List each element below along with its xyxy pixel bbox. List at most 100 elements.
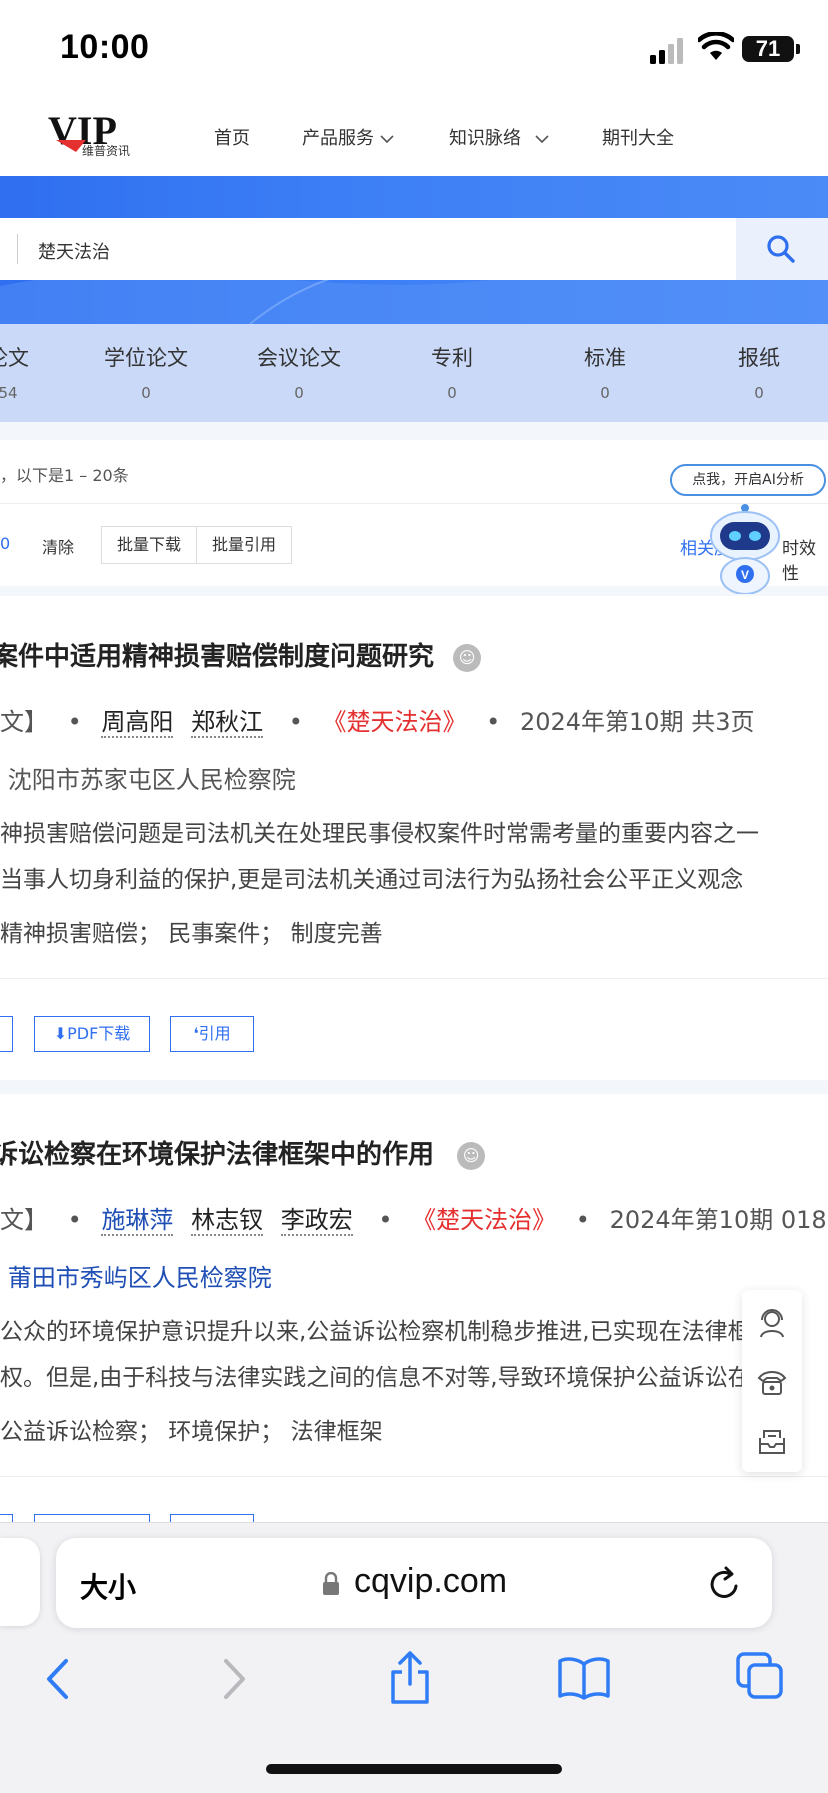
author-link[interactable]: 李政宏 xyxy=(280,1206,353,1236)
tab-theses-count: 0 xyxy=(141,384,151,402)
article-org[interactable]: | 莆田市秀屿区人民检察院 xyxy=(0,1258,272,1293)
journal-link[interactable]: 楚天法治 xyxy=(436,1206,532,1234)
article-title-text[interactable]: 案件中适用精神损害赔偿制度问题研究 xyxy=(0,642,434,672)
author-link[interactable]: 郑秋江 xyxy=(191,708,264,738)
article-title[interactable]: 案件中适用精神损害赔偿制度问题研究 ☺ xyxy=(0,636,482,673)
home-indicator[interactable] xyxy=(266,1764,562,1774)
tab-theses[interactable]: 学位论文 xyxy=(86,342,206,372)
card-divider xyxy=(0,978,828,979)
svg-text:V: V xyxy=(741,568,749,582)
ai-robot-icon[interactable]: V xyxy=(704,498,786,594)
author-info-icon[interactable]: ☺ xyxy=(457,1141,486,1170)
customer-service-icon[interactable] xyxy=(758,1308,786,1338)
journal-close: 》 xyxy=(442,708,467,736)
batch-cite-button[interactable]: 批量引用 xyxy=(196,526,292,564)
journal-link[interactable]: 楚天法治 xyxy=(347,708,443,736)
download-icon: ⬇ xyxy=(53,1024,68,1043)
battery-indicator: 71 xyxy=(742,36,794,62)
article-meta: 文】 • 施琳萍 林志钗 李政宏 • 《楚天法治》 • 2024年第10期 01… xyxy=(0,1200,828,1236)
pdf-download-button[interactable]: ⬇PDF下载 xyxy=(34,1016,150,1052)
tabs-icon[interactable] xyxy=(736,1652,784,1700)
meta-separator: • xyxy=(378,1206,393,1234)
phone-icon[interactable] xyxy=(757,1368,787,1396)
meta-separator: • xyxy=(67,1206,82,1234)
tab-standards[interactable]: 标准 xyxy=(545,342,665,372)
issue-info: 2024年第10期 共3页 xyxy=(519,708,755,736)
abstract-line: 当事人切身利益的保护,更是司法机关通过司法行为弘扬社会公平正义观念 xyxy=(0,867,744,893)
sort-timeliness[interactable]: 时效性 xyxy=(782,534,828,584)
nav-knowledge[interactable]: 知识脉络 xyxy=(449,124,551,150)
feedback-mail-icon[interactable] xyxy=(757,1428,787,1456)
tab-patents-count: 0 xyxy=(447,384,457,402)
ai-analysis-bubble[interactable]: 点我，开启AI分析 xyxy=(670,464,826,496)
search-divider xyxy=(17,234,18,264)
author-link[interactable]: 林志钗 xyxy=(191,1206,264,1236)
abstract-line: 公众的环境保护意识提升以来,公益诉讼检察机制稳步推进,已实现在法律框 xyxy=(0,1319,751,1345)
url-text[interactable]: cqvip.com xyxy=(354,1562,507,1601)
tab-standards-count: 0 xyxy=(600,384,610,402)
batch-download-button[interactable]: 批量下载 xyxy=(101,526,197,564)
meta-separator: • xyxy=(288,708,303,736)
share-icon[interactable] xyxy=(388,1650,432,1706)
logo-subtitle: 维普资讯 xyxy=(82,144,131,158)
nav-products[interactable]: 产品服务 xyxy=(302,124,394,150)
nav-knowledge-label: 知识脉络 xyxy=(449,128,521,149)
side-float-panel xyxy=(742,1290,802,1472)
abstract-line: 权。但是,由于科技与法律实践之间的信息不对等,导致环境保护公益诉讼在 xyxy=(0,1365,751,1391)
article-title-text[interactable]: 诉讼检察在环境保护法律框架中的作用 xyxy=(0,1140,434,1170)
battery-tip xyxy=(796,44,800,54)
keywords: 精神损害赔偿； 民事案件； 制度完善 xyxy=(0,921,383,947)
result-count-info: ，以下是1 – 20条 xyxy=(0,466,129,485)
meta-separator: • xyxy=(67,708,82,736)
cite-button[interactable]: ❛引用 xyxy=(170,1016,254,1052)
read-button[interactable] xyxy=(0,1016,13,1052)
journal-open: 《 xyxy=(412,1206,437,1234)
article-meta: 文】 • 周高阳 郑秋江 • 《楚天法治》 • 2024年第10期 共3页 xyxy=(0,702,755,738)
cite-label: 引用 xyxy=(198,1024,231,1043)
chevron-down-icon xyxy=(535,135,549,144)
clear-button[interactable]: 清除 xyxy=(42,534,74,558)
article-type: 文】 xyxy=(0,708,48,736)
tab-newspapers-count: 0 xyxy=(754,384,764,402)
bookmarks-icon[interactable] xyxy=(558,1656,610,1700)
nav-journals[interactable]: 期刊大全 xyxy=(602,124,674,150)
text-size-label: 大小 xyxy=(80,1571,137,1604)
journal-close: 》 xyxy=(532,1206,557,1234)
author-link[interactable]: 周高阳 xyxy=(101,708,174,738)
journal-open: 《 xyxy=(322,708,347,736)
previous-tab-preview[interactable] xyxy=(0,1538,40,1626)
article-title[interactable]: 诉讼检察在环境保护法律框架中的作用 ☺ xyxy=(0,1134,486,1171)
search-button[interactable] xyxy=(736,218,828,280)
article-type: 文】 xyxy=(0,1206,48,1234)
meta-separator: • xyxy=(486,708,501,736)
search-input[interactable]: 楚天法治 xyxy=(38,238,110,264)
nav-products-label: 产品服务 xyxy=(302,128,374,149)
text-size-button[interactable]: 大小 xyxy=(80,1566,136,1606)
author-link[interactable]: 施琳萍 xyxy=(101,1206,174,1236)
search-icon xyxy=(767,235,795,263)
issue-info: 2024年第10期 0180 xyxy=(609,1206,828,1234)
tab-conference[interactable]: 会议论文 xyxy=(239,342,359,372)
nav-home[interactable]: 首页 xyxy=(214,124,250,150)
article-org[interactable]: | 沈阳市苏家屯区人民检察院 xyxy=(0,760,296,795)
wifi-icon xyxy=(698,32,734,60)
back-icon[interactable] xyxy=(44,1658,70,1700)
abstract-line: 神损害赔偿问题是司法机关在处理民事侵权案件时常需考量的重要内容之一 xyxy=(0,821,759,847)
toolbar-left-fragment[interactable]: 0 xyxy=(0,534,10,553)
pdf-download-label: PDF下载 xyxy=(67,1024,131,1043)
tab-papers-count: 54 xyxy=(0,384,18,402)
card-divider xyxy=(0,1476,828,1477)
chevron-down-icon xyxy=(380,135,394,144)
reload-icon[interactable] xyxy=(708,1566,742,1602)
search-box[interactable] xyxy=(0,218,828,280)
meta-separator: • xyxy=(575,1206,590,1234)
cellular-signal-icon xyxy=(650,38,683,64)
lock-icon xyxy=(323,1572,339,1595)
tab-papers[interactable]: 论文 xyxy=(0,342,68,372)
tab-patents[interactable]: 专利 xyxy=(392,342,512,372)
keywords: 公益诉讼检察； 环境保护； 法律框架 xyxy=(0,1419,383,1445)
forward-icon[interactable] xyxy=(222,1658,248,1700)
author-info-icon[interactable]: ☺ xyxy=(453,643,482,672)
category-tabs xyxy=(0,324,828,422)
tab-newspapers[interactable]: 报纸 xyxy=(699,342,819,372)
